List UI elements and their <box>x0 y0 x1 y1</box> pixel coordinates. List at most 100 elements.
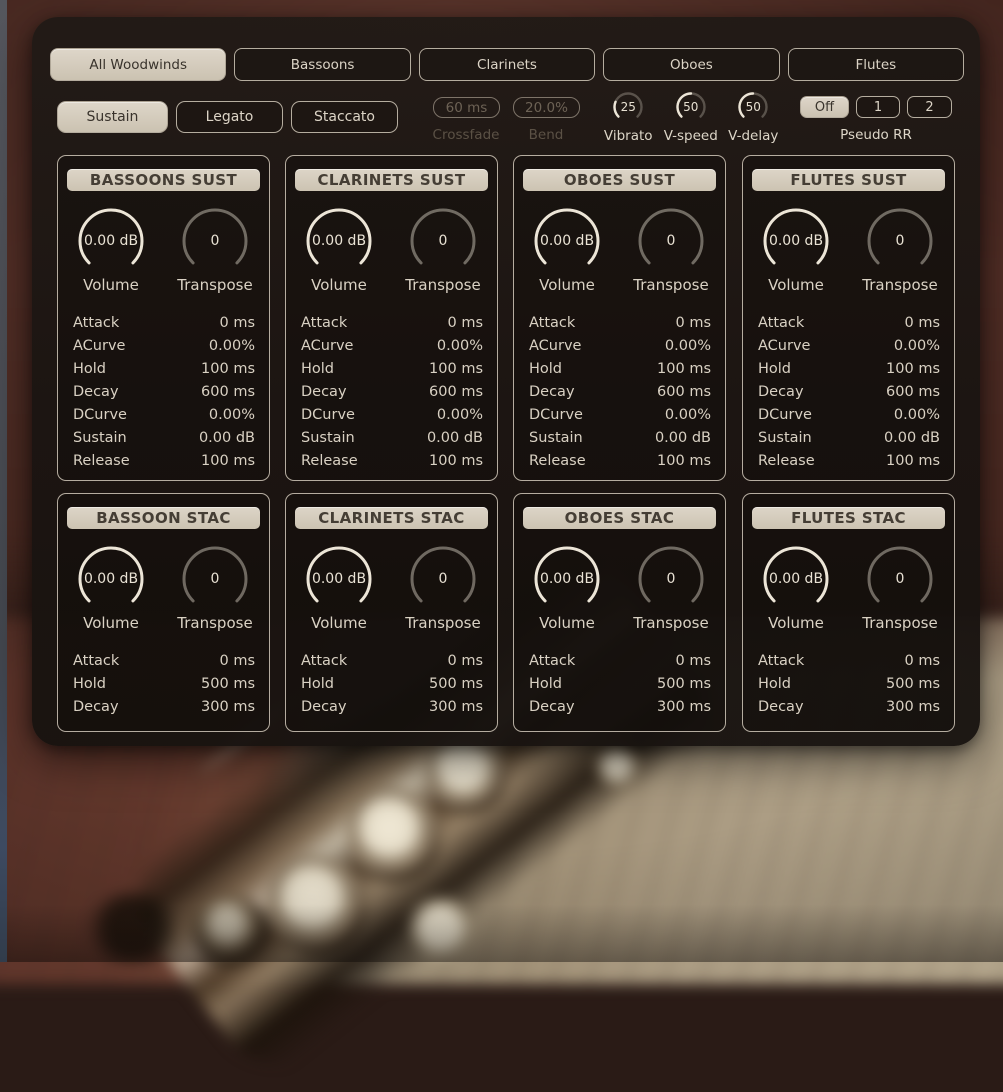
panel-clarinets-stac: CLARINETS STAC0.00 dBVolume0TransposeAtt… <box>285 493 498 732</box>
v-speed-knob-label: V-speed <box>664 128 718 144</box>
volume-knob[interactable]: 0.00 dB <box>532 544 602 614</box>
volume-knob[interactable]: 0.00 dB <box>76 544 146 614</box>
transpose-knob[interactable]: 0 <box>408 206 478 276</box>
param-value[interactable]: 0 ms <box>904 315 940 331</box>
transpose-knob[interactable]: 0 <box>180 206 250 276</box>
panel-title-badge: FLUTES STAC <box>752 507 945 529</box>
transpose-knob[interactable]: 0 <box>865 544 935 614</box>
volume-knob-label: Volume <box>83 276 139 294</box>
param-value[interactable]: 0 ms <box>447 653 483 669</box>
volume-knob[interactable]: 0.00 dB <box>761 206 831 276</box>
param-value[interactable]: 300 ms <box>657 699 711 715</box>
param-value[interactable]: 100 ms <box>886 361 940 377</box>
instrument-tab-all-woodwinds[interactable]: All Woodwinds <box>50 48 226 81</box>
param-decay: Decay600 ms <box>73 380 255 403</box>
transpose-knob[interactable]: 0 <box>636 206 706 276</box>
param-label: Hold <box>758 361 791 377</box>
crossfade-value-box[interactable]: 60 ms <box>433 97 500 118</box>
instrument-tab-bar: All WoodwindsBassoons ClarinetsOboes Flute… <box>50 48 964 81</box>
param-value[interactable]: 100 ms <box>886 453 940 469</box>
volume-knob[interactable]: 0.00 dB <box>761 544 831 614</box>
volume-knob-value: 0.00 dB <box>532 544 602 614</box>
param-value[interactable]: 0.00% <box>209 338 255 354</box>
transpose-knob-group: 0Transpose <box>173 544 257 632</box>
param-value[interactable]: 500 ms <box>657 676 711 692</box>
param-value[interactable]: 300 ms <box>886 699 940 715</box>
param-value[interactable]: 0 ms <box>447 315 483 331</box>
panel-title-badge: OBOES STAC <box>523 507 716 529</box>
param-label: Hold <box>529 361 562 377</box>
param-value[interactable]: 0 ms <box>675 315 711 331</box>
instrument-tab-bassoons[interactable]: Bassoons <box>234 48 410 81</box>
volume-knob[interactable]: 0.00 dB <box>76 206 146 276</box>
pseudo-rr-option-off[interactable]: Off <box>800 96 849 118</box>
param-value[interactable]: 300 ms <box>201 699 255 715</box>
param-value[interactable]: 100 ms <box>657 453 711 469</box>
instrument-tab-clarinets[interactable]: Clarinets <box>419 48 595 81</box>
volume-knob-label: Volume <box>311 614 367 632</box>
param-value[interactable]: 600 ms <box>201 384 255 400</box>
articulation-tab-sustain[interactable]: Sustain <box>57 101 168 133</box>
instrument-tab-flutes[interactable]: Flutes <box>788 48 964 81</box>
param-label: Sustain <box>529 430 583 446</box>
transpose-knob[interactable]: 0 <box>180 544 250 614</box>
v-speed-knob[interactable]: 50 <box>673 89 709 125</box>
volume-knob[interactable]: 0.00 dB <box>304 206 374 276</box>
param-acurve: ACurve 0.00% <box>529 334 711 357</box>
param-value[interactable]: 500 ms <box>886 676 940 692</box>
param-value[interactable]: 0.00 dB <box>199 430 255 446</box>
volume-knob-label: Volume <box>768 276 824 294</box>
param-value[interactable]: 600 ms <box>657 384 711 400</box>
param-label: ACurve <box>529 338 581 354</box>
param-value[interactable]: 600 ms <box>429 384 483 400</box>
bend-value-box[interactable]: 20.0% <box>513 97 580 118</box>
param-value[interactable]: 0 ms <box>219 315 255 331</box>
param-value[interactable]: 300 ms <box>429 699 483 715</box>
param-value[interactable]: 100 ms <box>201 361 255 377</box>
param-value[interactable]: 0 ms <box>219 653 255 669</box>
param-value[interactable]: 0.00% <box>665 338 711 354</box>
articulation-tab-legato[interactable]: Legato <box>176 101 283 133</box>
param-value[interactable]: 500 ms <box>201 676 255 692</box>
param-hold: Hold100 ms <box>301 357 483 380</box>
volume-knob[interactable]: 0.00 dB <box>532 206 602 276</box>
envelope-params: Attack0 msACurve0.00%Hold100 msDecay600 … <box>758 311 940 472</box>
param-value[interactable]: 0 ms <box>675 653 711 669</box>
volume-knob[interactable]: 0.00 dB <box>304 544 374 614</box>
param-value[interactable]: 0.00% <box>894 338 940 354</box>
param-label: Decay <box>758 699 804 715</box>
param-value[interactable]: 0.00 dB <box>884 430 940 446</box>
param-value[interactable]: 0.00% <box>209 407 255 423</box>
panel-flutes-sust: FLUTES SUST0.00 dBVolume0TransposeAttack… <box>742 155 955 481</box>
param-value[interactable]: 0.00% <box>665 407 711 423</box>
param-value[interactable]: 0.00% <box>894 407 940 423</box>
param-value[interactable]: 100 ms <box>429 453 483 469</box>
volume-knob-label: Volume <box>83 614 139 632</box>
transpose-knob-group: 0Transpose <box>173 206 257 294</box>
param-value[interactable]: 0.00 dB <box>427 430 483 446</box>
instrument-tab-oboes[interactable]: Oboes <box>603 48 779 81</box>
pseudo-rr-option-1[interactable]: 1 <box>856 96 900 118</box>
param-value[interactable]: 100 ms <box>201 453 255 469</box>
transpose-knob[interactable]: 0 <box>636 544 706 614</box>
param-label: Release <box>301 453 358 469</box>
param-label: Release <box>758 453 815 469</box>
param-value[interactable]: 500 ms <box>429 676 483 692</box>
param-value[interactable]: 100 ms <box>657 361 711 377</box>
transpose-knob[interactable]: 0 <box>865 206 935 276</box>
crossfade-value: 60 ms <box>446 100 488 116</box>
param-value[interactable]: 600 ms <box>886 384 940 400</box>
param-value[interactable]: 0.00% <box>437 407 483 423</box>
param-value[interactable]: 100 ms <box>429 361 483 377</box>
pseudo-rr-option-2[interactable]: 2 <box>907 96 952 118</box>
param-value[interactable]: 0.00 dB <box>655 430 711 446</box>
param-label: ACurve <box>301 338 353 354</box>
screen-edge-strip <box>0 0 7 962</box>
param-decay: Decay600 ms <box>301 380 483 403</box>
param-value[interactable]: 0 ms <box>904 653 940 669</box>
articulation-tab-staccato[interactable]: Staccato <box>291 101 398 133</box>
vibrato-knob[interactable]: 25 <box>610 89 646 125</box>
transpose-knob[interactable]: 0 <box>408 544 478 614</box>
param-value[interactable]: 0.00% <box>437 338 483 354</box>
v-delay-knob[interactable]: 50 <box>735 89 771 125</box>
